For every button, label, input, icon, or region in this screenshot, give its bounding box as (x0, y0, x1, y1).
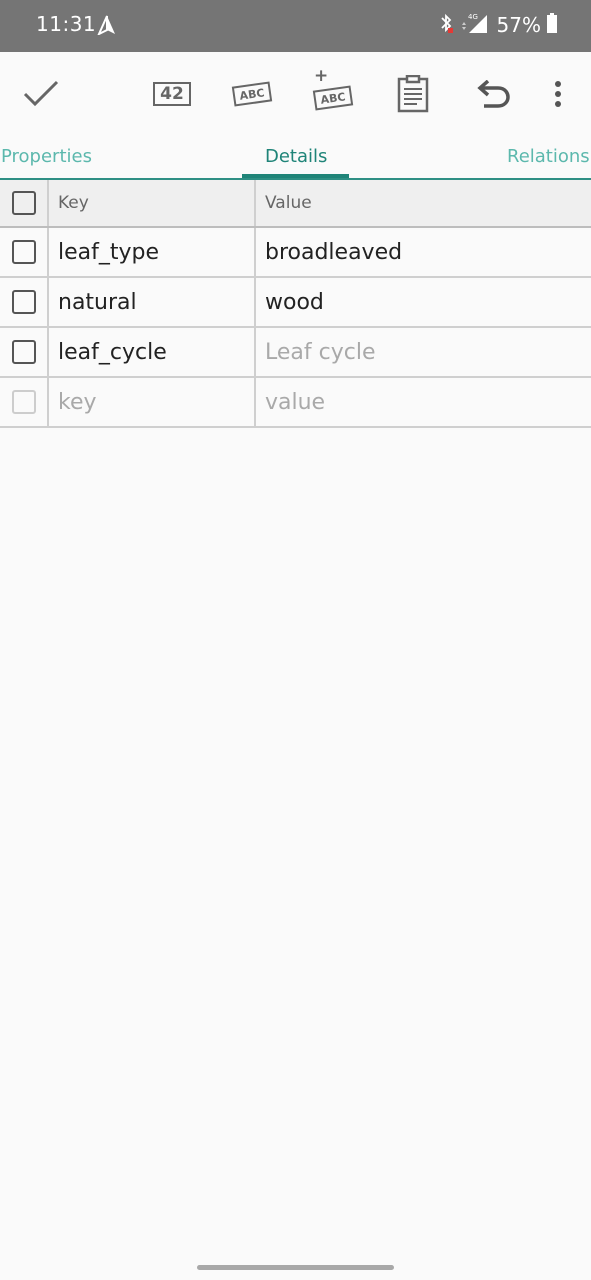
row-checkbox[interactable] (11, 240, 36, 264)
value-field[interactable]: broadleaved (256, 228, 591, 276)
overflow-menu-button[interactable] (540, 52, 576, 136)
select-all-cell (0, 180, 49, 226)
abc-label: ABC (238, 85, 266, 103)
add-text-tag-button[interactable]: + ABC (305, 52, 359, 136)
new-value-field[interactable]: value (256, 378, 591, 426)
table-row: natural wood (0, 278, 591, 328)
table-row: leaf_type broadleaved (0, 228, 591, 278)
confirm-button[interactable] (14, 52, 68, 136)
select-all-checkbox[interactable] (11, 191, 36, 215)
undo-button[interactable] (468, 52, 518, 136)
network-type: 4G (468, 13, 478, 21)
table-header: Key Value (0, 180, 591, 228)
tag-table: Key Value leaf_type broadleaved natural … (0, 180, 591, 428)
number-badge-label: 42 (160, 84, 184, 104)
bluetooth-icon (439, 12, 453, 38)
number-tag-icon: 42 (153, 82, 191, 106)
key-field[interactable]: leaf_type (49, 228, 256, 276)
plus-icon: + (314, 66, 329, 86)
new-key-field[interactable]: key (49, 378, 256, 426)
signal-icon: 4G (459, 12, 489, 38)
clipboard-icon (397, 75, 429, 113)
abc-tag-icon: ABC (231, 81, 273, 107)
number-tag-button[interactable]: 42 (146, 52, 198, 136)
add-abc-tag-icon: + ABC (310, 66, 354, 114)
tab-indicator (242, 174, 349, 178)
tab-bar: Properties Details Relations (0, 136, 591, 180)
toolbar: 42 ABC + ABC (0, 52, 591, 136)
undo-icon (477, 80, 510, 108)
tab-relations[interactable]: Relations (507, 146, 590, 167)
add-abc-label: ABC (319, 89, 347, 107)
battery-percentage: 57% (496, 13, 541, 37)
new-tag-row: key value (0, 378, 591, 428)
row-checkbox[interactable] (11, 290, 36, 314)
key-field[interactable]: leaf_cycle (49, 328, 256, 376)
value-field[interactable]: wood (256, 278, 591, 326)
key-column-header: Key (49, 180, 256, 226)
status-bar: 11:31 4G 57% (0, 0, 591, 52)
navigation-arrow-icon (96, 15, 117, 39)
more-vertical-icon (555, 81, 561, 107)
row-checkbox[interactable] (11, 390, 36, 414)
gesture-bar[interactable] (197, 1265, 394, 1270)
text-tag-button[interactable]: ABC (226, 52, 278, 136)
paste-button[interactable] (388, 52, 438, 136)
key-field[interactable]: natural (49, 278, 256, 326)
value-field[interactable]: Leaf cycle (256, 328, 591, 376)
tab-properties[interactable]: Properties (1, 146, 92, 167)
check-icon (23, 80, 59, 107)
battery-icon (547, 13, 557, 37)
table-row: leaf_cycle Leaf cycle (0, 328, 591, 378)
row-checkbox[interactable] (11, 340, 36, 364)
status-time: 11:31 (36, 12, 97, 36)
value-column-header: Value (265, 193, 312, 213)
tab-details[interactable]: Details (265, 146, 327, 167)
